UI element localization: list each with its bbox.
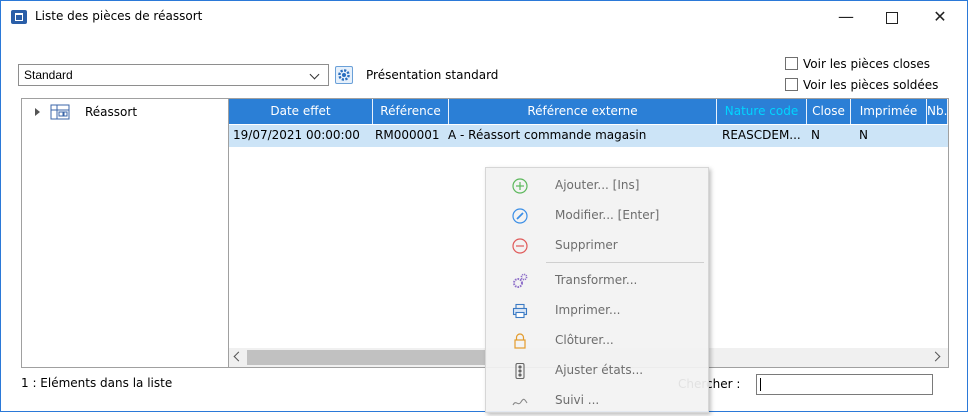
scroll-left-icon[interactable]	[233, 351, 244, 362]
menu-item-transform[interactable]: Transformer...	[486, 266, 708, 296]
menu-item-label: Suivi ...	[555, 393, 600, 407]
column-header-external-reference[interactable]: Référence externe	[449, 99, 717, 124]
menu-item-adjust-states[interactable]: Ajuster états...	[486, 356, 708, 386]
grid-header: Date effet Référence Référence externe N…	[229, 99, 948, 124]
menu-item-label: Imprimer...	[555, 303, 621, 317]
gears-icon	[513, 273, 528, 288]
app-icon	[11, 10, 27, 24]
tree-item-reassort[interactable]: Réassort	[85, 105, 137, 119]
flow-icon	[512, 398, 528, 406]
menu-separator	[546, 262, 704, 263]
edit-circle-icon	[512, 208, 528, 224]
add-circle-icon	[512, 178, 528, 194]
scrollbar-thumb[interactable]	[247, 350, 487, 365]
presentation-label: Présentation standard	[366, 68, 499, 82]
item-count-status: 1 : Eléments dans la liste	[21, 376, 173, 390]
context-menu: Ajouter... [Ins] Modifier... [Enter] Sup…	[485, 167, 709, 413]
column-header-date[interactable]: Date effet	[229, 99, 373, 124]
close-button[interactable]: ✕	[917, 1, 963, 33]
menu-item-print[interactable]: Imprimer...	[486, 296, 708, 326]
cell-printed: N	[859, 128, 868, 142]
menu-item-label: Clôturer...	[555, 333, 614, 347]
remove-circle-icon	[512, 238, 528, 254]
expand-arrow-icon[interactable]	[35, 108, 40, 116]
cell-date: 19/07/2021 00:00:00	[233, 128, 360, 142]
tree-node-icon	[50, 104, 70, 120]
menu-item-label: Supprimer	[555, 238, 618, 252]
text-caret	[760, 378, 761, 391]
menu-item-label: Modifier... [Enter]	[555, 208, 660, 222]
scroll-right-icon[interactable]	[930, 351, 941, 362]
menu-item-close-document[interactable]: Clôturer...	[486, 326, 708, 356]
padlock-icon	[514, 333, 526, 349]
checkbox-box[interactable]	[785, 57, 798, 70]
presentation-dropdown[interactable]: Standard	[18, 64, 329, 86]
menu-item-add[interactable]: Ajouter... [Ins]	[486, 171, 708, 201]
gear-icon	[338, 69, 350, 81]
menu-item-label: Ajouter... [Ins]	[555, 178, 640, 192]
cell-reference: RM000001	[375, 128, 440, 142]
window-title: Liste des pièces de réassort	[35, 9, 203, 23]
cell-nature-code: REASCDEM...	[722, 128, 801, 142]
column-header-close[interactable]: Close	[807, 99, 851, 124]
presentation-settings-button[interactable]	[335, 66, 353, 84]
title-bar: Liste des pièces de réassort — ✕	[1, 1, 967, 33]
minimize-button[interactable]: —	[823, 1, 869, 33]
menu-item-delete[interactable]: Supprimer	[486, 231, 708, 261]
show-settled-label: Voir les pièces soldées	[803, 78, 939, 92]
column-header-nature-code[interactable]: Nature code	[717, 99, 807, 124]
chevron-down-icon	[309, 69, 320, 80]
maximize-button[interactable]	[869, 1, 915, 33]
column-header-count[interactable]: Nb.	[927, 99, 948, 124]
cell-close: N	[811, 128, 820, 142]
traffic-light-icon	[515, 363, 525, 379]
cell-external-reference: A - Réassort commande magasin	[448, 128, 647, 142]
category-tree: Réassort	[21, 98, 229, 368]
column-header-reference[interactable]: Référence	[373, 99, 449, 124]
maximize-icon	[886, 11, 898, 24]
checkbox-box[interactable]	[785, 78, 798, 91]
menu-item-label: Ajuster états...	[555, 363, 644, 377]
main-window: Liste des pièces de réassort — ✕ Standar…	[0, 0, 968, 413]
menu-item-label: Transformer...	[555, 273, 638, 287]
table-row[interactable]: 19/07/2021 00:00:00 RM000001 A - Réassor…	[229, 125, 948, 147]
menu-item-edit[interactable]: Modifier... [Enter]	[486, 201, 708, 231]
column-header-printed[interactable]: Imprimée	[851, 99, 927, 124]
printer-icon	[512, 303, 528, 319]
presentation-value: Standard	[24, 68, 73, 82]
search-input[interactable]	[756, 374, 933, 395]
show-closed-label: Voir les pièces closes	[803, 57, 931, 71]
